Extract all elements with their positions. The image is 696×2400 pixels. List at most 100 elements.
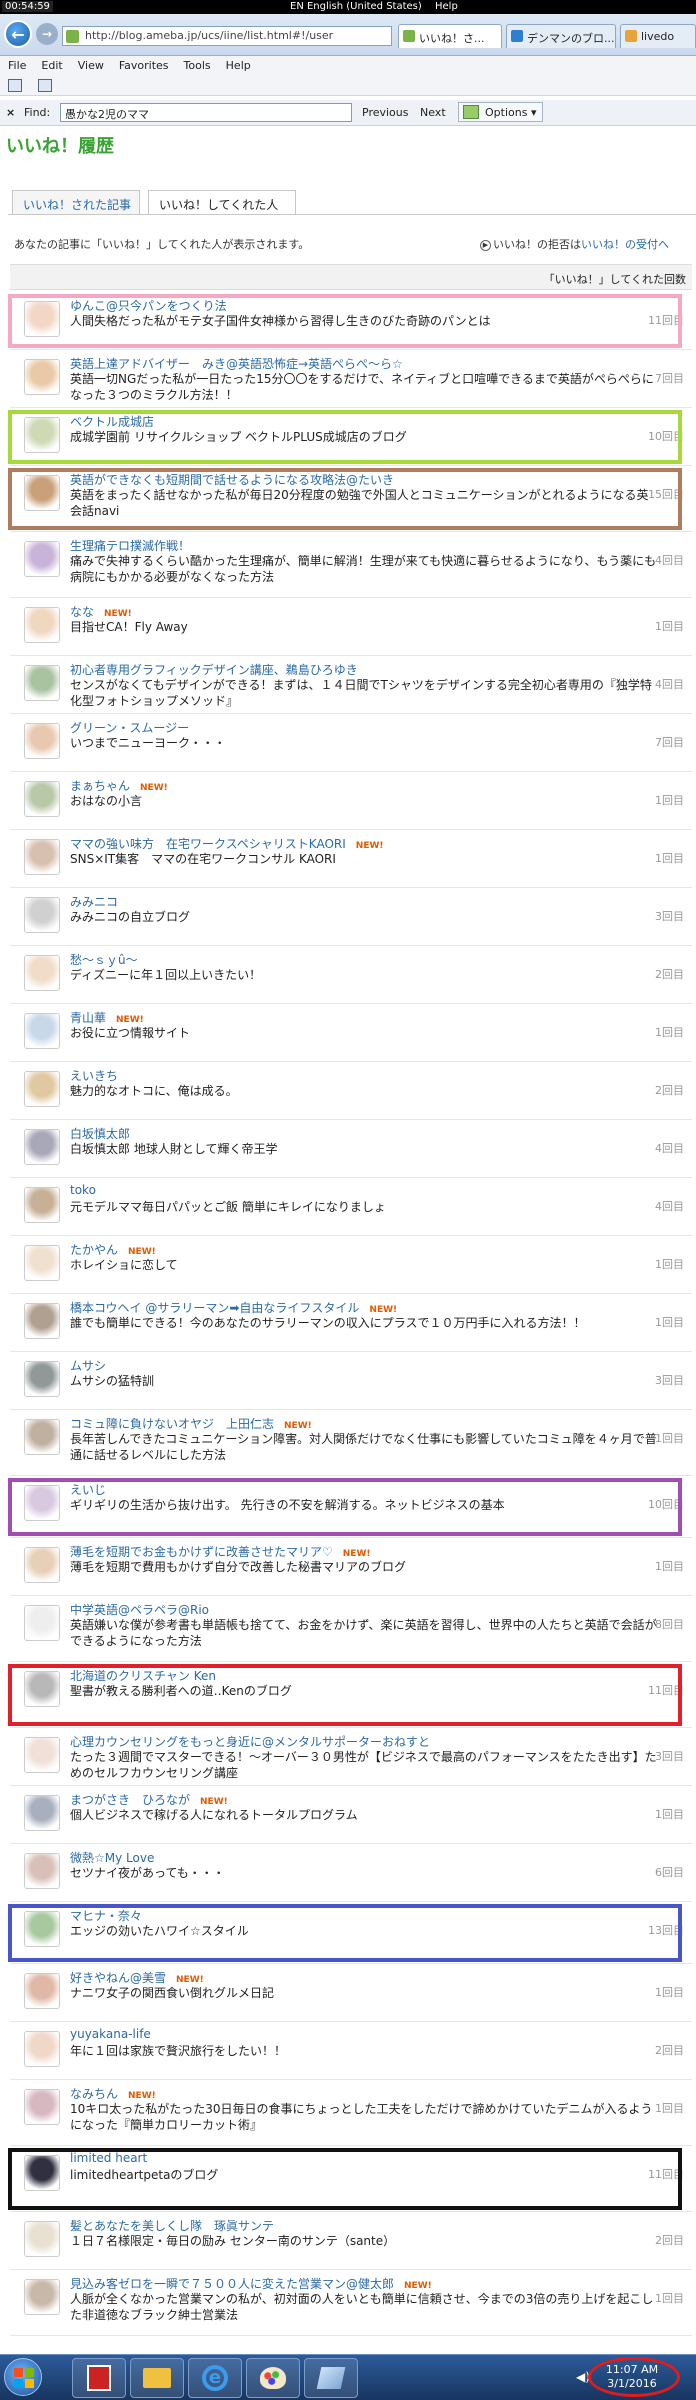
avatar[interactable] [24,1795,60,1831]
reject-link[interactable]: いいね！の受付へ [581,238,669,251]
user-name-link[interactable]: 橋本コウヘイ @サラリーマン➡自由なライフスタイル NEW! [70,1299,397,1316]
blog-title[interactable]: たった３週間でマスターできる！～オーバー３０男性が【ビジネスで最高のパフォーマン… [70,1749,660,1781]
find-options-button[interactable]: Options ▾ [458,102,544,122]
blog-title[interactable]: 白坂慎太郎 地球人財として輝く帝王学 [70,1141,660,1157]
avatar[interactable] [24,1737,60,1773]
user-name-link[interactable]: 青山華 NEW! [70,1009,144,1026]
user-name-link[interactable]: 白坂慎太郎 [70,1125,140,1142]
avatar[interactable] [24,1187,60,1223]
user-name-link[interactable]: みみニコ [70,893,128,910]
avatar[interactable] [24,607,60,643]
avatar[interactable] [24,1071,60,1107]
avatar[interactable] [24,2031,60,2067]
blog-title[interactable]: みみニコの自立ブログ [70,909,660,925]
user-name-link[interactable]: えいきち [70,1067,128,1084]
avatar[interactable] [24,1605,60,1641]
user-name-link[interactable]: なみちん NEW! [70,2085,156,2102]
blog-title[interactable]: 年に１回は家族で贅沢旅行をしたい！！ [70,2043,660,2059]
taskbar-paint[interactable] [246,2358,300,2398]
menu-tools[interactable]: Tools [176,56,218,72]
address-bar[interactable]: http://blog.ameba.jp/ucs/iine/list.html#… [62,26,392,46]
blog-title[interactable]: おはなの小言 [70,793,660,809]
blog-title[interactable]: セツナイ夜があっても・・・ [70,1865,660,1881]
user-name-link[interactable]: まぁちゃん NEW! [70,777,168,794]
back-button[interactable]: ← [4,20,32,48]
user-name-link[interactable]: 心理カウンセリングをもっと身近に@メンタルサポーターおねすと [70,1733,440,1750]
home-icon[interactable] [8,79,22,92]
blog-title[interactable]: 薄毛を短期で費用もかけず自分で改善した秘書マリアのブログ [70,1559,660,1575]
avatar[interactable] [24,955,60,991]
user-name-link[interactable]: まつがさき ひろなが NEW! [70,1791,228,1808]
close-icon[interactable]: × [6,106,15,119]
tab-received[interactable]: いいね！された記事 [12,190,140,214]
avatar[interactable] [24,1547,60,1583]
avatar[interactable] [24,359,60,395]
blog-title[interactable]: ムサシの猛特訓 [70,1373,660,1389]
avatar[interactable] [24,1013,60,1049]
menu-favorites[interactable]: Favorites [111,56,176,72]
avatar[interactable] [24,1361,60,1397]
user-name-link[interactable]: 見込み客ゼロを一瞬で７５００人に変えた営業マン@健太郎 NEW! [70,2275,432,2292]
browser-tab-active[interactable]: いいね！さ... [398,24,502,48]
help-button[interactable]: Help [435,1,458,12]
avatar[interactable] [24,1129,60,1165]
user-name-link[interactable]: 英語上達アドバイザー みき@英語恐怖症→英語ぺらぺ～ら☆ [70,355,413,372]
print-icon[interactable] [38,79,52,92]
blog-title[interactable]: 目指せCA！Fly Away [70,619,660,635]
blog-title[interactable]: 10キロ太った私がたった30日毎日の食事にちょっとした工夫をしただけで諦めかけて… [70,2101,660,2133]
blog-title[interactable]: いつまでニューヨーク・・・ [70,735,660,751]
menu-edit[interactable]: Edit [33,56,69,72]
taskbar-clock-app[interactable] [72,2358,126,2398]
blog-title[interactable]: 個人ビジネスで稼げる人になれるトータルプログラム [70,1807,660,1823]
avatar[interactable] [24,1853,60,1889]
user-name-link[interactable]: なな NEW! [70,603,132,620]
avatar[interactable] [24,2279,60,2315]
avatar[interactable] [24,723,60,759]
user-name-link[interactable]: 好きやねん@美雪 NEW! [70,1969,204,1986]
user-name-link[interactable]: 中学英語@ペラペラ@Rio [70,1601,219,1618]
find-next-button[interactable]: Next [420,106,446,119]
avatar[interactable] [24,2089,60,2125]
start-button[interactable] [4,2358,42,2396]
blog-title[interactable]: ホレイショに恋して [70,1257,660,1273]
blog-title[interactable]: SNS×IT集客 ママの在宅ワークコンサル KAORI [70,851,660,867]
blog-title[interactable]: センスがなくてもデザインができる！まずは、１４日間でTシャツをデザインする完全初… [70,677,660,709]
avatar[interactable] [24,1245,60,1281]
avatar[interactable] [24,2221,60,2257]
browser-tab[interactable]: デンマンのブロ... [506,24,616,48]
find-input[interactable]: 愚かな2児のママ [60,103,352,122]
user-name-link[interactable]: 微熱☆My Love [70,1849,164,1866]
blog-title[interactable]: ナニワ女子の関西食い倒れグルメ日記 [70,1985,660,2001]
blog-title[interactable]: 魅力的なオトコに、俺は成る。 [70,1083,660,1099]
blog-title[interactable]: ディズニーに年１回以上いきたい！ [70,967,660,983]
taskbar-explorer[interactable] [130,2358,184,2398]
avatar[interactable] [24,781,60,817]
user-name-link[interactable]: たかやん NEW! [70,1241,156,1258]
user-name-link[interactable]: 初心者専用グラフィックデザイン講座、鵜島ひろゆき [70,661,368,678]
blog-title[interactable]: お役に立つ情報サイト [70,1025,660,1041]
blog-title[interactable]: 痛みで失神するくらい酷かった生理痛が、簡単に解消！生理が来ても快適に暮らせるよう… [70,553,660,585]
blog-title[interactable]: 英語一切NGだった私が一日たった15分〇〇をするだけで、ネイティブと口喧嘩できる… [70,371,660,403]
menu-help[interactable]: Help [218,56,258,72]
avatar[interactable] [24,1973,60,2009]
taskbar-app[interactable] [304,2358,358,2398]
blog-title[interactable]: １日７名様限定・毎日の励み センター南のサンテ（sante） [70,2233,660,2249]
user-name-link[interactable]: 髪とあなたを美しくし隊 琢眞サンテ [70,2217,284,2234]
user-name-link[interactable]: ママの強い味方 在宅ワークスペシャリストKAORI NEW! [70,835,384,852]
user-name-link[interactable]: コミュ障に負けないオヤジ 上田仁志 NEW! [70,1415,312,1432]
avatar[interactable] [24,1303,60,1339]
avatar[interactable] [24,1419,60,1455]
find-previous-button[interactable]: Previous [362,106,409,119]
user-name-link[interactable]: 生理痛テロ撲滅作戦！ [70,537,200,554]
language-indicator[interactable]: EN English (United States) [290,1,422,12]
tab-given[interactable]: いいね！してくれた人 [148,190,296,215]
taskbar-internet-explorer[interactable]: e [188,2358,242,2398]
avatar[interactable] [24,839,60,875]
blog-title[interactable]: 元モデルママ毎日パパッとご飯 簡単にキレイになりましょ [70,1199,660,1215]
user-name-link[interactable]: 薄毛を短期でお金もかけずに改善させたマリア♡ NEW! [70,1543,370,1560]
menu-view[interactable]: View [70,56,111,72]
blog-title[interactable]: 誰でも簡単にできる！今のあなたのサラリーマンの収入にプラスで１０万円手に入れる方… [70,1315,660,1331]
avatar[interactable] [24,541,60,577]
avatar[interactable] [24,897,60,933]
blog-title[interactable]: 長年苦しんできたコミュニケーション障害。対人関係だけでなく仕事にも影響していたコ… [70,1431,660,1463]
